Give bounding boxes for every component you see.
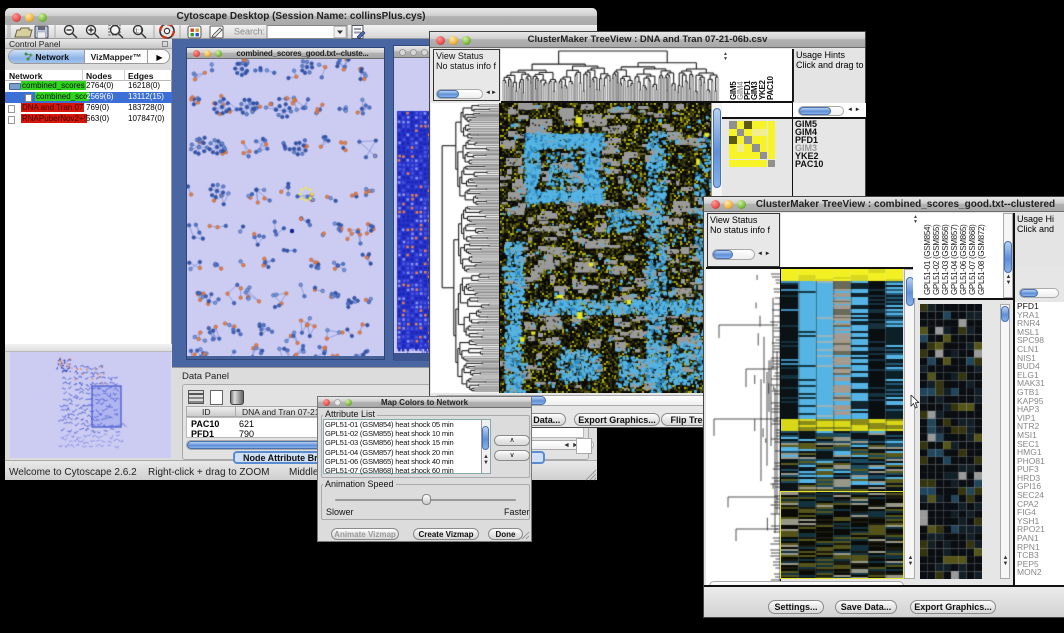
svg-text:Search:: Search: (234, 27, 265, 37)
svg-text:1:1: 1:1 (135, 29, 143, 35)
